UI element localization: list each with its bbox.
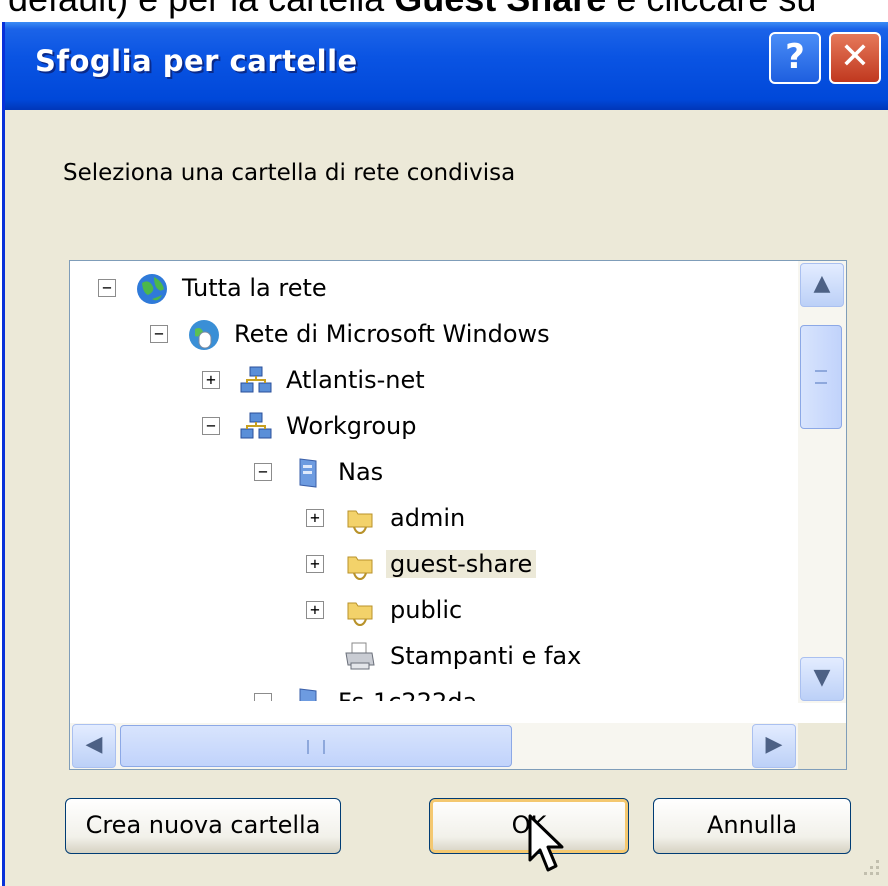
- collapse-icon[interactable]: −: [150, 325, 168, 343]
- vertical-scroll-thumb[interactable]: [800, 325, 842, 429]
- tree-item-label: Tutta la rete: [182, 274, 327, 302]
- dialog-caption: Seleziona una cartella di rete condivisa: [63, 160, 516, 186]
- document-text-part: default) e per la cartella: [8, 0, 394, 19]
- scroll-up-button[interactable]: ▲: [800, 263, 844, 307]
- tree-area: − Tutta la rete − Rete di Microsoft Wind…: [70, 261, 798, 701]
- workgroup-icon: [240, 366, 272, 393]
- horizontal-scroll-thumb[interactable]: [120, 725, 512, 767]
- tree-item-label: Workgroup: [286, 412, 417, 440]
- expand-icon[interactable]: +: [306, 555, 324, 573]
- document-text-bold: Guest Share: [394, 0, 606, 19]
- tree-item-label: Atlantis-net: [286, 366, 425, 394]
- workgroup-icon: [240, 412, 272, 439]
- expand-icon[interactable]: +: [306, 601, 324, 619]
- shared-folder-icon: [347, 556, 373, 581]
- shared-folder-icon: [347, 510, 373, 535]
- grip-icon: [307, 740, 325, 754]
- mouse-cursor-icon: [528, 814, 564, 872]
- computer-icon: [299, 458, 317, 488]
- help-button[interactable]: ?: [769, 32, 821, 84]
- scroll-right-button[interactable]: ▶: [752, 724, 796, 768]
- close-button[interactable]: ✕: [829, 32, 881, 84]
- collapse-icon[interactable]: −: [254, 693, 272, 701]
- scroll-left-button[interactable]: ◀: [72, 724, 116, 768]
- tree-item-label: Nas: [338, 458, 384, 486]
- scrollbar-corner: [798, 723, 846, 769]
- browse-folder-dialog: Sfoglia per cartelle ? ✕ Seleziona una c…: [2, 22, 888, 886]
- tree-item-label: admin: [390, 504, 466, 532]
- printer-icon: [345, 642, 375, 670]
- new-folder-button[interactable]: Crea nuova cartella: [65, 798, 341, 854]
- collapse-icon[interactable]: −: [202, 417, 220, 435]
- collapse-icon[interactable]: −: [254, 463, 272, 481]
- collapse-icon[interactable]: −: [98, 279, 116, 297]
- dialog-title: Sfoglia per cartelle: [35, 44, 358, 78]
- tree-item-label: public: [390, 596, 463, 624]
- tree-item-label: Rete di Microsoft Windows: [234, 320, 550, 348]
- grip-icon: [815, 370, 827, 384]
- document-text: default) e per la cartella Guest Share e…: [0, 0, 888, 24]
- expand-icon[interactable]: +: [202, 371, 220, 389]
- vertical-scrollbar[interactable]: ▲ ▼: [798, 261, 846, 703]
- tree-item-label: Fs-1c222da: [334, 688, 481, 701]
- expand-icon[interactable]: +: [306, 509, 324, 527]
- document-text-part: e cliccare su: [606, 0, 816, 19]
- shared-folder-icon: [347, 602, 373, 627]
- horizontal-scrollbar[interactable]: ◀ ▶: [70, 723, 798, 769]
- tree-item-label: Stampanti e fax: [390, 642, 582, 670]
- windows-network-icon: [189, 320, 219, 350]
- tree-item-label: guest-share: [386, 550, 537, 578]
- globe-icon: [137, 274, 167, 304]
- title-bar[interactable]: Sfoglia per cartelle ? ✕: [5, 22, 888, 110]
- computer-icon: [299, 688, 317, 701]
- folder-tree[interactable]: − Tutta la rete − Rete di Microsoft Wind…: [69, 260, 847, 770]
- scroll-down-button[interactable]: ▼: [800, 657, 844, 701]
- cancel-button[interactable]: Annulla: [653, 798, 851, 854]
- resize-grip-icon[interactable]: [856, 856, 882, 882]
